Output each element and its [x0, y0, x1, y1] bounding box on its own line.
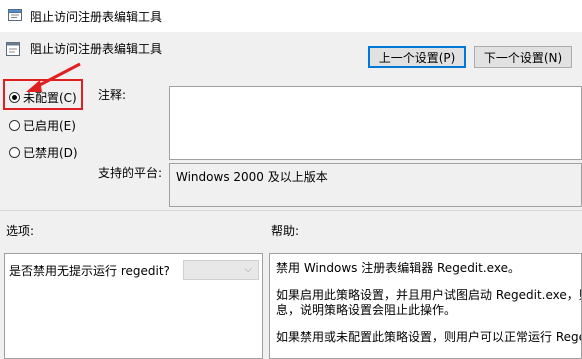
radio-label-disabled: 已禁用(D): [23, 146, 78, 160]
options-panel: 是否禁用无提示运行 regedit? ⌵: [4, 253, 263, 359]
radio-circle[interactable]: [9, 120, 20, 131]
chevron-down-icon: ⌵: [244, 264, 252, 275]
comment-label: 注释:: [98, 88, 127, 102]
options-label: 选项:: [6, 224, 35, 238]
help-paragraph: 如果启用此策略设置，并且用户试图启动 Regedit.exe，则会: [276, 288, 582, 302]
previous-setting-button[interactable]: 上一个设置(P): [368, 46, 466, 68]
radio-label-enabled: 已启用(E): [23, 119, 76, 133]
annotation-arrow: [26, 62, 81, 92]
option-item-label: 是否禁用无提示运行 regedit?: [9, 264, 170, 278]
setting-title: 阻止访问注册表编辑工具: [30, 42, 163, 56]
help-text-panel[interactable]: 禁用 Windows 注册表编辑器 Regedit.exe。 如果启用此策略设置…: [269, 253, 582, 359]
help-paragraph: 如果禁用或未配置此策略设置，则用户可以正常运行 Regedi: [276, 330, 582, 344]
radio-enabled[interactable]: 已启用(E): [9, 117, 76, 134]
window-title: 阻止访问注册表编辑工具: [30, 10, 163, 24]
option-dropdown[interactable]: ⌵: [183, 260, 259, 280]
comment-textarea[interactable]: [169, 86, 582, 160]
title-bar: 阻止访问注册表编辑工具: [0, 0, 582, 32]
policy-window-icon: [8, 9, 22, 21]
help-paragraph: 禁用 Windows 注册表编辑器 Regedit.exe。: [276, 261, 520, 275]
section-divider: [0, 210, 582, 211]
radio-circle[interactable]: [9, 147, 20, 158]
help-paragraph: 息，说明策略设置会阻止此操作。: [276, 303, 457, 317]
policy-setting-icon: [6, 42, 20, 56]
radio-disabled[interactable]: 已禁用(D): [9, 144, 78, 161]
help-label: 帮助:: [271, 224, 300, 238]
next-setting-button[interactable]: 下一个设置(N): [474, 46, 572, 68]
platform-label: 支持的平台:: [98, 166, 163, 180]
platform-readonly-field: Windows 2000 及以上版本: [169, 163, 582, 207]
